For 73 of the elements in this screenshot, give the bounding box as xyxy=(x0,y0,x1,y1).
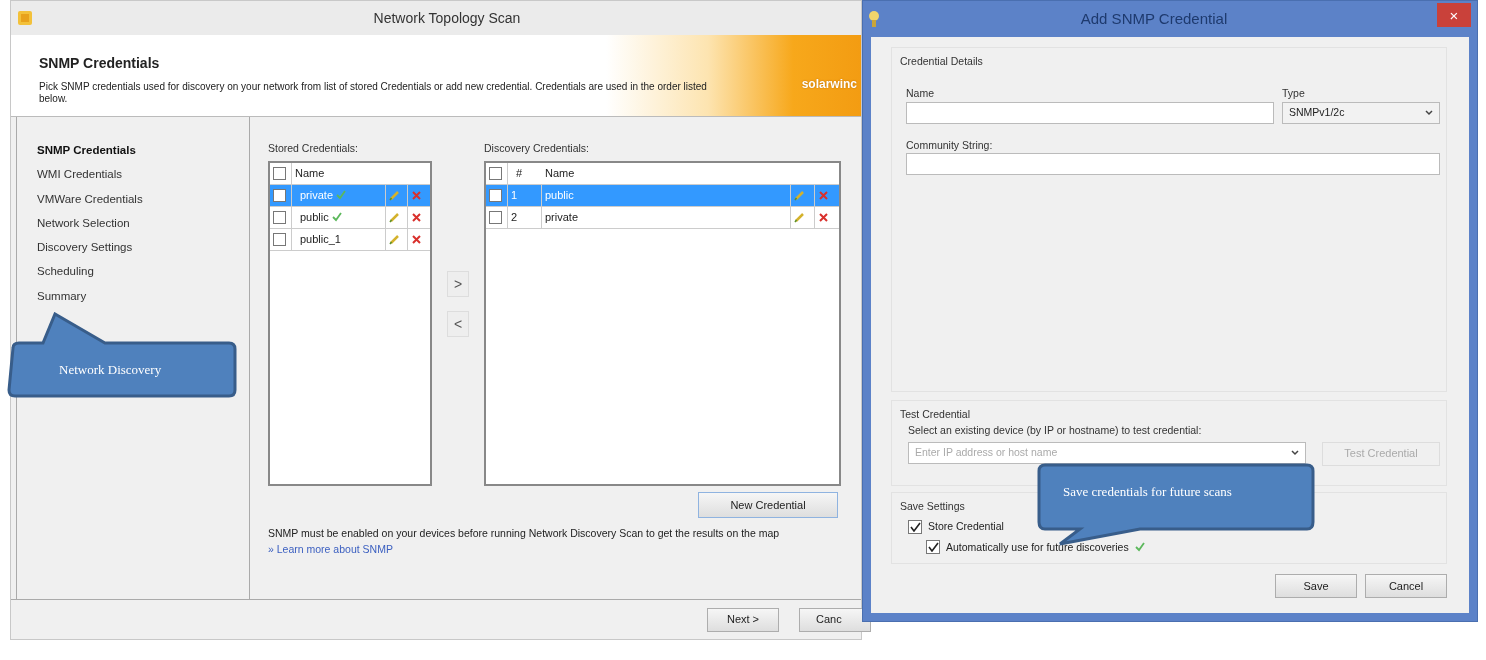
delete-icon[interactable] xyxy=(411,233,422,245)
window-title: Network Topology Scan xyxy=(372,8,522,28)
delete-icon[interactable] xyxy=(411,211,422,223)
placeholder-text: Enter IP address or host name xyxy=(915,444,1058,460)
type-dropdown[interactable]: SNMPv1/2c xyxy=(1282,101,1440,124)
callout-text: Network Discovery xyxy=(59,361,162,379)
name-field[interactable] xyxy=(906,101,1274,124)
dialog-button[interactable]: Cancel xyxy=(1365,574,1447,598)
list-row[interactable]: public xyxy=(270,206,430,229)
delete-icon[interactable] xyxy=(818,211,829,223)
option-label: Store Credential xyxy=(928,518,1004,534)
dialog-title: Add SNMP Credential xyxy=(1079,8,1229,29)
checkbox[interactable] xyxy=(489,188,502,202)
credential-name: private xyxy=(545,210,579,225)
row-number: 2 xyxy=(511,210,518,225)
option-label: Automatically use for future discoveries xyxy=(946,539,1129,555)
sidebar-item[interactable]: Summary xyxy=(37,287,87,305)
checkbox[interactable] xyxy=(908,519,922,534)
page-title: SNMP Credentials xyxy=(39,54,161,73)
pencil-icon[interactable] xyxy=(389,211,400,224)
caret-icon xyxy=(1291,449,1299,456)
new-credential-button[interactable]: New Credential xyxy=(698,491,838,518)
group-label: Credential Details xyxy=(900,54,984,69)
checkbox[interactable] xyxy=(273,232,286,246)
sidebar-item[interactable]: WMI Credentials xyxy=(37,166,122,184)
info-text: SNMP must be enabled on your devices before running Network Discovery Scan to get the results on the map xyxy=(268,525,781,541)
dialog-button[interactable]: Save xyxy=(1275,574,1357,598)
logo-text: solarwinc xyxy=(801,76,858,93)
field-label: Name xyxy=(906,85,935,101)
column-header: Name xyxy=(545,166,575,181)
column-header: Name xyxy=(295,166,325,181)
group-label: Test Credential xyxy=(900,407,972,422)
footer-button[interactable]: Canc xyxy=(799,607,871,632)
checkbox[interactable] xyxy=(273,188,286,202)
field-label: Community String: xyxy=(906,137,994,153)
credential-name: public xyxy=(545,188,574,203)
checkbox[interactable] xyxy=(926,540,940,555)
group-label: Save Settings xyxy=(900,499,966,514)
checkbox[interactable] xyxy=(489,210,502,224)
list-row[interactable]: public_1 xyxy=(270,228,430,251)
footer-button[interactable]: Next > xyxy=(707,607,779,632)
sidebar-item[interactable]: SNMP Credentials xyxy=(37,142,136,160)
callout-text: Save credentials for future scans xyxy=(1063,483,1232,501)
checkbox[interactable] xyxy=(273,210,286,224)
page-description: Pick SNMP credentials used for discovery on your network from list of stored Credentials or add new credential. Credentials are used in the order listed below. xyxy=(39,81,708,105)
checkmark-icon xyxy=(909,521,921,532)
sidebar-item[interactable]: Discovery Settings xyxy=(37,239,133,257)
caret-icon xyxy=(1425,109,1433,116)
hint-text: Select an existing device (by IP or hostname) to test credential: xyxy=(907,422,1203,438)
credential-name: public xyxy=(300,210,329,225)
list-label: Discovery Credentials: xyxy=(484,141,591,156)
checkbox[interactable] xyxy=(273,166,286,180)
list-label: Stored Credentials: xyxy=(268,141,359,156)
pencil-icon[interactable] xyxy=(794,211,805,224)
column-header: # xyxy=(516,166,523,181)
key-icon xyxy=(867,10,881,28)
credential-name: public_1 xyxy=(300,232,341,247)
sidebar-item[interactable]: Scheduling xyxy=(37,263,94,281)
credential-name: private xyxy=(300,188,334,203)
checkmark-icon xyxy=(927,542,939,553)
row-number: 1 xyxy=(511,188,518,203)
move-button[interactable]: < xyxy=(447,311,469,337)
sidebar-item[interactable]: Network Selection xyxy=(37,214,130,232)
pencil-icon[interactable] xyxy=(389,233,400,246)
learn-more-link[interactable]: » Learn more about SNMP xyxy=(268,541,393,558)
checkbox[interactable] xyxy=(489,166,502,180)
community-string-field[interactable] xyxy=(906,153,1440,176)
sidebar-item[interactable]: VMWare Credentials xyxy=(37,190,143,208)
field-label: Type xyxy=(1282,85,1306,101)
list-row[interactable]: 2 private xyxy=(486,206,839,229)
app-icon xyxy=(17,10,33,26)
close-button[interactable]: × xyxy=(1437,3,1471,27)
move-button[interactable]: > xyxy=(447,271,469,297)
